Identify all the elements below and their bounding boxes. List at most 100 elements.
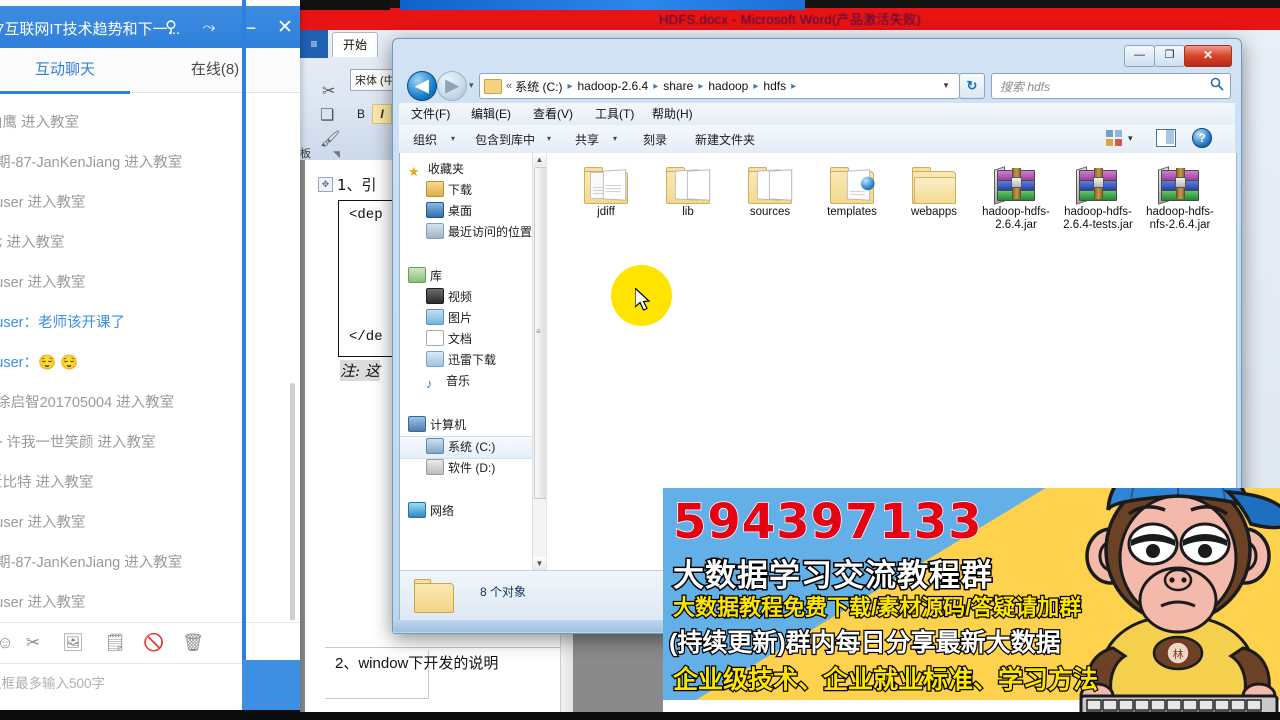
list-item[interactable]: hadoop-hdfs-2.6.4-tests.jar (1059, 166, 1137, 232)
search-icon[interactable] (1210, 77, 1224, 94)
scroll-up-arrow-icon[interactable]: ▲ (533, 153, 546, 166)
view-mode-icon[interactable] (1106, 130, 1122, 146)
sidebar-item-software-d-drive[interactable]: 软件 (D:) (400, 458, 546, 479)
folder-icon (666, 167, 711, 204)
sidebar-item-pictures[interactable]: 图片 (400, 308, 546, 329)
ban-icon[interactable]: 🚫 (141, 631, 167, 655)
pin-icon[interactable]: ⚲ (158, 16, 184, 40)
clipboard-dialog-launcher[interactable]: ◥ (333, 149, 340, 160)
tab-online-users[interactable]: 在线(8) (130, 48, 300, 91)
menu-file[interactable]: 文件(F) (411, 105, 450, 122)
word-titlebar[interactable]: HDFS.docx - Microsoft Word(产品激活失败) (300, 0, 1280, 30)
navpane-scrollbar[interactable]: ▲ ≡ ▼ (532, 153, 546, 570)
breadcrumb-segment-hadoop[interactable]: hadoop (708, 79, 748, 93)
image-icon[interactable]: 🖼 (60, 631, 86, 655)
menu-edit[interactable]: 编辑(E) (471, 105, 511, 122)
share-button[interactable]: 共享 (575, 131, 599, 148)
refresh-button[interactable]: ↻ (959, 73, 985, 99)
whiteboard-icon[interactable]: 🗒 (102, 631, 128, 655)
sidebar-item-computer[interactable]: 计算机 (400, 415, 546, 436)
sidebar-item-videos[interactable]: 视频 (400, 287, 546, 308)
sidebar-item-thunder-download[interactable]: 迅雷下载 (400, 350, 546, 371)
list-item[interactable]: lib (649, 167, 727, 219)
copy-icon[interactable]: ❏ (320, 105, 334, 125)
close-button[interactable]: ✕ (272, 16, 298, 40)
sidebar-item-downloads[interactable]: 下载 (400, 180, 546, 201)
organize-button[interactable]: 组织 (413, 131, 437, 148)
breadcrumb-overflow-icon[interactable]: « (506, 80, 512, 92)
chat-input[interactable]: 入框最多输入500字 (0, 672, 268, 692)
sidebar-item-favorites[interactable]: ★ 收藏夹 (400, 159, 546, 180)
chevron-down-icon[interactable]: ▾ (547, 134, 551, 143)
banner-subline-2: (持续更新)群内每日分享最新大数据 (668, 628, 1062, 659)
italic-button[interactable]: I (372, 104, 392, 124)
system-drive-icon (426, 438, 444, 454)
breadcrumb-separator: ▸ (567, 80, 573, 92)
forward-button[interactable]: ▶ (437, 71, 467, 101)
bold-button[interactable]: B (352, 105, 370, 123)
breadcrumb-segment-c[interactable]: 系统 (C:) (515, 78, 562, 95)
sidebar-item-documents[interactable]: 文档 (400, 329, 546, 350)
sidebar-item-network[interactable]: 网络 (400, 501, 546, 522)
word-title: HDFS.docx - Microsoft Word(产品激活失败) (658, 12, 922, 27)
search-input[interactable]: 搜索 hdfs (991, 73, 1231, 99)
scroll-down-arrow-icon[interactable]: ▼ (533, 557, 546, 570)
chevron-down-icon[interactable]: ▾ (937, 73, 955, 97)
tab-file[interactable]: ≡ (300, 30, 328, 58)
list-item[interactable]: hadoop-hdfs-nfs-2.6.4.jar (1141, 166, 1219, 232)
burn-button[interactable]: 刻录 (643, 131, 667, 148)
sidebar-item-libraries[interactable]: 库 (400, 266, 546, 287)
trash-icon[interactable]: 🗑 (180, 631, 206, 655)
chat-titlebar[interactable]: 7互联网IT技术趋势和下一... ⚲ ⤳ − ✕ (0, 6, 300, 48)
close-button[interactable]: ✕ (1184, 45, 1232, 67)
menu-view[interactable]: 查看(V) (533, 105, 573, 122)
list-item[interactable]: jdiff (567, 167, 645, 219)
chat-toolbar: ☺ ✂ 🖼 🗒 🚫 🗑 (0, 622, 300, 664)
breadcrumb-segment-share[interactable]: share (663, 79, 693, 93)
include-in-library-button[interactable]: 包含到库中 (475, 131, 535, 148)
sidebar-item-system-c-drive[interactable]: 系统 (C:) (400, 436, 546, 459)
sidebar-item-recent-places[interactable]: 最近访问的位置 (400, 222, 546, 243)
chevron-down-icon[interactable]: ▾ (613, 134, 617, 143)
chevron-down-icon[interactable]: ▾ (451, 134, 455, 143)
breadcrumb-trailing-separator[interactable]: ▸ (791, 81, 796, 92)
chat-scrollbar-thumb[interactable] (290, 383, 295, 620)
paragraph-move-handle[interactable]: ✥ (318, 177, 333, 192)
recent-pages-caret[interactable]: ▾ (469, 80, 474, 91)
list-item[interactable]: hadoop-hdfs-2.6.4.jar (977, 166, 1055, 232)
qq-group-number: 594397133 (672, 493, 983, 551)
chevron-down-icon[interactable]: ▾ (1128, 133, 1133, 144)
page-break-line (325, 647, 570, 648)
tab-interactive-chat[interactable]: 互动聊天 (0, 48, 130, 94)
navigation-pane: ★ 收藏夹 下载 桌面 最近访问的位置 库 视频 图片 文档 迅雷下载 ♪ 音乐… (400, 153, 547, 570)
file-name: webapps (910, 206, 958, 218)
breadcrumb-segment-hdfs[interactable]: hdfs (763, 79, 786, 93)
breadcrumb-separator: ▸ (698, 80, 704, 92)
scissors-icon[interactable]: ✂ (20, 631, 46, 655)
share-icon[interactable]: ⤳ (196, 16, 222, 40)
preview-pane-icon[interactable] (1156, 129, 1176, 147)
list-item[interactable]: webapps (895, 167, 973, 219)
explorer-titlebar[interactable]: — ❐ ✕ (393, 39, 1241, 69)
new-folder-button[interactable]: 新建文件夹 (695, 131, 755, 148)
breadcrumb-segment-hadoop-version[interactable]: hadoop-2.6.4 (577, 79, 648, 93)
back-button[interactable]: ◀ (407, 71, 437, 101)
titlebar-blue-strip (400, 0, 805, 10)
sidebar-item-desktop[interactable]: 桌面 (400, 201, 546, 222)
minimize-button[interactable]: — (1124, 45, 1155, 67)
archive-icon (1076, 166, 1120, 205)
file-name: hadoop-hdfs-nfs-2.6.4.jar (1146, 206, 1214, 231)
format-painter-icon[interactable]: 🖌 (320, 129, 340, 149)
menu-tools[interactable]: 工具(T) (595, 105, 634, 122)
menu-help[interactable]: 帮助(H) (652, 105, 693, 122)
chat-message-list[interactable]: 山鹰 进入教室 5期-87-JanKenJiang 进入教室 zuser 进入教… (0, 93, 300, 620)
tab-home[interactable]: 开始 (332, 32, 379, 57)
cut-icon[interactable]: ✂ (322, 81, 335, 101)
list-item[interactable]: sources (731, 167, 809, 219)
help-icon[interactable]: ? (1192, 128, 1212, 148)
maximize-button[interactable]: ❐ (1154, 45, 1185, 67)
emoji-icon[interactable]: ☺ (0, 631, 18, 655)
address-bar[interactable]: « 系统 (C:) ▸ hadoop-2.6.4 ▸ share ▸ hadoo… (479, 73, 960, 99)
list-item[interactable]: templates (813, 167, 891, 219)
sidebar-item-music[interactable]: ♪ 音乐 (400, 371, 546, 392)
